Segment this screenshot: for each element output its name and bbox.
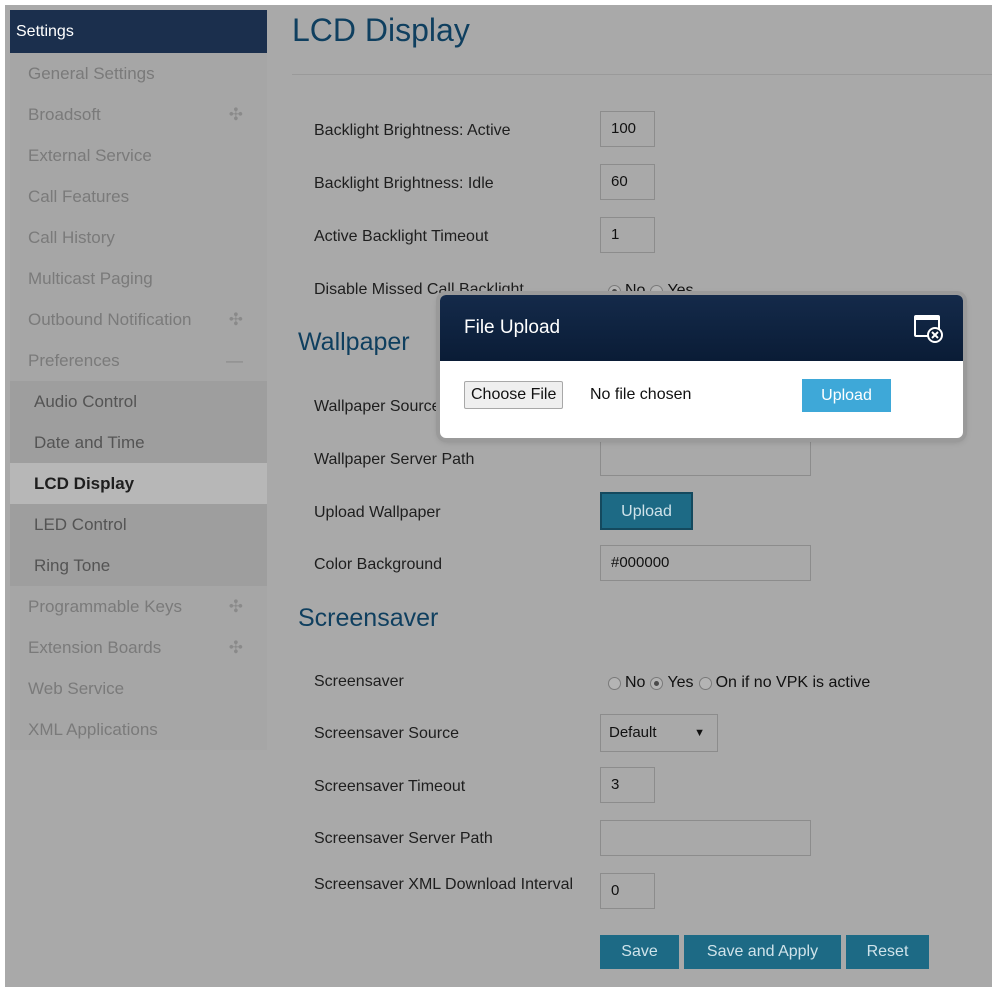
backlight-active-label: Backlight Brightness: Active: [314, 122, 511, 139]
screensaver-radio-group: No Yes On if no VPK is active: [608, 674, 875, 692]
sidebar-item-label: LED Control: [34, 515, 127, 534]
sidebar-item-audio-control[interactable]: Audio Control: [10, 381, 267, 422]
dialog-header: File Upload: [440, 295, 963, 361]
screensaver-server-path-label: Screensaver Server Path: [314, 830, 493, 847]
sidebar-item-programmable-keys[interactable]: Programmable Keys ✣: [10, 586, 267, 627]
sidebar-item-label: Broadsoft: [28, 105, 101, 124]
screensaver-yes-radio[interactable]: [650, 676, 664, 690]
sidebar-item-label: Extension Boards: [28, 638, 162, 657]
file-upload-dialog: File Upload Choose File No file chosen U…: [440, 295, 963, 438]
dialog-title: File Upload: [464, 317, 561, 338]
upload-wallpaper-label: Upload Wallpaper: [314, 504, 441, 521]
screensaver-timeout-label: Screensaver Timeout: [314, 778, 466, 795]
backlight-idle-input[interactable]: 60: [600, 164, 655, 200]
screensaver-xml-interval-input[interactable]: 0: [600, 873, 655, 909]
wallpaper-server-path-label: Wallpaper Server Path: [314, 451, 475, 468]
active-timeout-input[interactable]: 1: [600, 217, 655, 253]
choose-file-button[interactable]: Choose File: [464, 381, 564, 409]
sidebar-item-xml-applications[interactable]: XML Applications: [10, 709, 267, 750]
sidebar-item-call-features[interactable]: Call Features: [10, 176, 267, 217]
upload-wallpaper-button[interactable]: Upload: [600, 492, 693, 530]
sidebar-item-multicast-paging[interactable]: Multicast Paging: [10, 258, 267, 299]
sidebar-item-date-and-time[interactable]: Date and Time: [10, 422, 267, 463]
screensaver-section-title: Screensaver: [298, 604, 439, 632]
sidebar-item-outbound-notification[interactable]: Outbound Notification ✣: [10, 299, 267, 340]
screensaver-source-select[interactable]: Default ▼: [600, 714, 718, 752]
screensaver-xml-interval-label: Screensaver XML Download Interval: [314, 876, 574, 893]
sidebar-item-ring-tone[interactable]: Ring Tone: [10, 545, 267, 586]
screensaver-vpk-radio[interactable]: [698, 676, 712, 690]
sidebar-item-led-control[interactable]: LED Control: [10, 504, 267, 545]
sidebar-item-label: Ring Tone: [34, 556, 111, 575]
expand-icon[interactable]: ✣: [229, 586, 243, 627]
screensaver-label: Screensaver: [314, 673, 404, 690]
expand-icon[interactable]: ✣: [229, 94, 243, 135]
sidebar-item-label: XML Applications: [28, 720, 158, 739]
active-timeout-label: Active Backlight Timeout: [314, 228, 489, 245]
sidebar-item-broadsoft[interactable]: Broadsoft ✣: [10, 94, 267, 135]
select-value: Default: [609, 724, 657, 741]
screensaver-server-path-input[interactable]: [600, 820, 811, 856]
color-background-label: Color Background: [314, 556, 443, 573]
radio-label: Yes: [667, 674, 694, 691]
close-icon[interactable]: [913, 313, 943, 343]
sidebar-item-label: Audio Control: [34, 392, 138, 411]
sidebar-item-lcd-display[interactable]: LCD Display: [10, 463, 267, 504]
screensaver-source-label: Screensaver Source: [314, 725, 459, 742]
save-button[interactable]: Save: [600, 935, 679, 969]
sidebar-item-label: Call History: [28, 228, 115, 247]
backlight-active-input[interactable]: 100: [600, 111, 655, 147]
backlight-idle-label: Backlight Brightness: Idle: [314, 175, 494, 192]
sidebar-item-label: Programmable Keys: [28, 597, 183, 616]
page-title: LCD Display: [292, 12, 470, 48]
sidebar-item-label: Outbound Notification: [28, 310, 192, 329]
sidebar-item-extension-boards[interactable]: Extension Boards ✣: [10, 627, 267, 668]
sidebar: Settings General Settings Broadsoft ✣ Ext…: [10, 10, 267, 750]
expand-icon[interactable]: ✣: [229, 299, 243, 340]
sidebar-item-external-service[interactable]: External Service: [10, 135, 267, 176]
wallpaper-server-path-input[interactable]: [600, 440, 811, 476]
sidebar-item-label: Call Features: [28, 187, 130, 206]
dropdown-arrow-icon: ▼: [694, 727, 705, 739]
sidebar-item-label: Web Service: [28, 679, 125, 698]
sidebar-item-label: Multicast Paging: [28, 269, 153, 288]
sidebar-item-web-service[interactable]: Web Service: [10, 668, 267, 709]
sidebar-item-label: Preferences: [28, 351, 120, 370]
file-status-text: No file chosen: [590, 386, 692, 403]
sidebar-item-label: Date and Time: [34, 433, 145, 452]
color-background-input[interactable]: #000000: [600, 545, 811, 581]
sidebar-item-call-history[interactable]: Call History: [10, 217, 267, 258]
wallpaper-section-title: Wallpaper: [298, 328, 410, 356]
collapse-icon[interactable]: —: [226, 340, 243, 381]
radio-label: On if no VPK is active: [715, 674, 871, 691]
sidebar-item-general-settings[interactable]: General Settings: [10, 53, 267, 94]
sidebar-header: Settings: [10, 10, 267, 53]
screensaver-timeout-input[interactable]: 3: [600, 767, 655, 803]
screensaver-no-radio[interactable]: [608, 676, 621, 690]
sidebar-item-preferences[interactable]: Preferences —: [10, 340, 267, 381]
sidebar-item-label: External Service: [28, 146, 152, 165]
sidebar-item-label: LCD Display: [34, 474, 135, 493]
sidebar-item-label: General Settings: [28, 64, 155, 83]
reset-button[interactable]: Reset: [846, 935, 929, 969]
title-divider: [292, 74, 992, 75]
dialog-upload-button[interactable]: Upload: [802, 379, 891, 412]
expand-icon[interactable]: ✣: [229, 627, 243, 668]
wallpaper-source-label: Wallpaper Source: [314, 398, 441, 415]
radio-label: No: [625, 674, 646, 691]
save-and-apply-button[interactable]: Save and Apply: [684, 935, 841, 969]
